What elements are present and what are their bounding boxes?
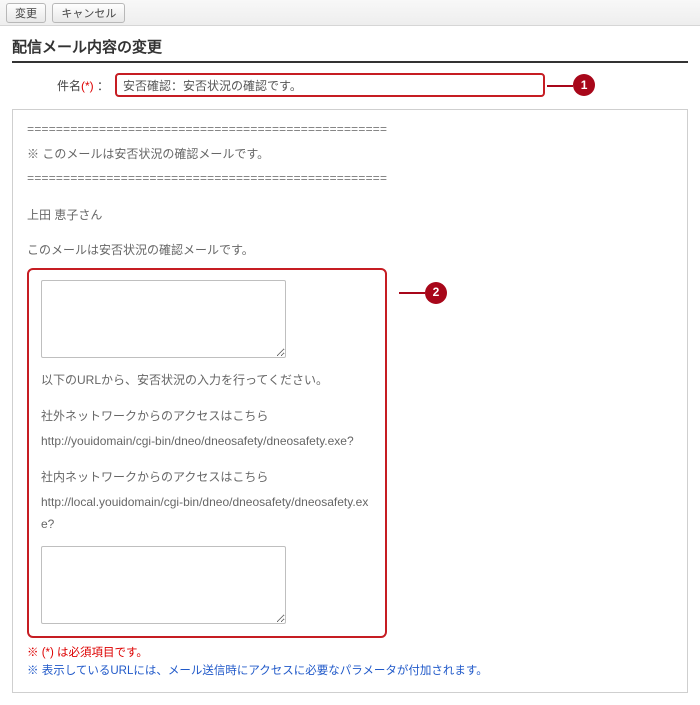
page-title: 配信メール内容の変更 [12,36,688,63]
footnote-required: ※ (*) は必須項目です。 [27,644,673,662]
message-textarea-2[interactable] [41,546,286,624]
callout-2-dot: 2 [425,282,447,304]
mail-notice: ※ このメールは安否状況の確認メールです。 [27,144,673,166]
change-button[interactable]: 変更 [6,3,46,23]
callout-1: 1 [573,74,595,96]
external-url: http://youidomain/cgi-bin/dneo/dneosafet… [41,431,373,453]
subject-row: 件名(*) ： 1 [57,73,688,97]
subject-colon: ： [97,79,109,93]
editable-region: 2 以下のURLから、安否状況の入力を行ってください。 社外ネットワークからのア… [27,268,387,638]
recipient-name: 上田 恵子さん [27,205,673,227]
subject-label-text: 件名 [57,79,81,93]
external-access-label: 社外ネットワークからのアクセスはこちら [41,406,373,428]
subject-label: 件名(*) ： [57,77,109,94]
separator-top: ========================================… [27,120,673,142]
message-textarea-1[interactable] [41,280,286,358]
footnotes: ※ (*) は必須項目です。 ※ 表示しているURLには、メール送信時にアクセス… [27,644,673,681]
cancel-button[interactable]: キャンセル [52,3,125,23]
page: 配信メール内容の変更 件名(*) ： 1 ===================… [0,26,700,705]
subject-input[interactable] [115,73,545,97]
separator-mid: ========================================… [27,169,673,191]
internal-access-label: 社内ネットワークからのアクセスはこちら [41,467,373,489]
callout-1-dot: 1 [573,74,595,96]
mail-lead: このメールは安否状況の確認メールです。 [27,240,673,262]
required-marker: (*) [81,79,94,93]
internal-url: http://local.youidomain/cgi-bin/dneo/dne… [41,492,373,535]
callout-2: 2 [399,282,447,304]
instruction-text: 以下のURLから、安否状況の入力を行ってください。 [41,370,373,392]
callout-1-line [547,85,573,87]
toolbar: 変更 キャンセル [0,0,700,26]
footnote-url: ※ 表示しているURLには、メール送信時にアクセスに必要なパラメータが付加されま… [27,662,673,680]
mail-content-box: ========================================… [12,109,688,693]
callout-2-line [399,292,425,294]
